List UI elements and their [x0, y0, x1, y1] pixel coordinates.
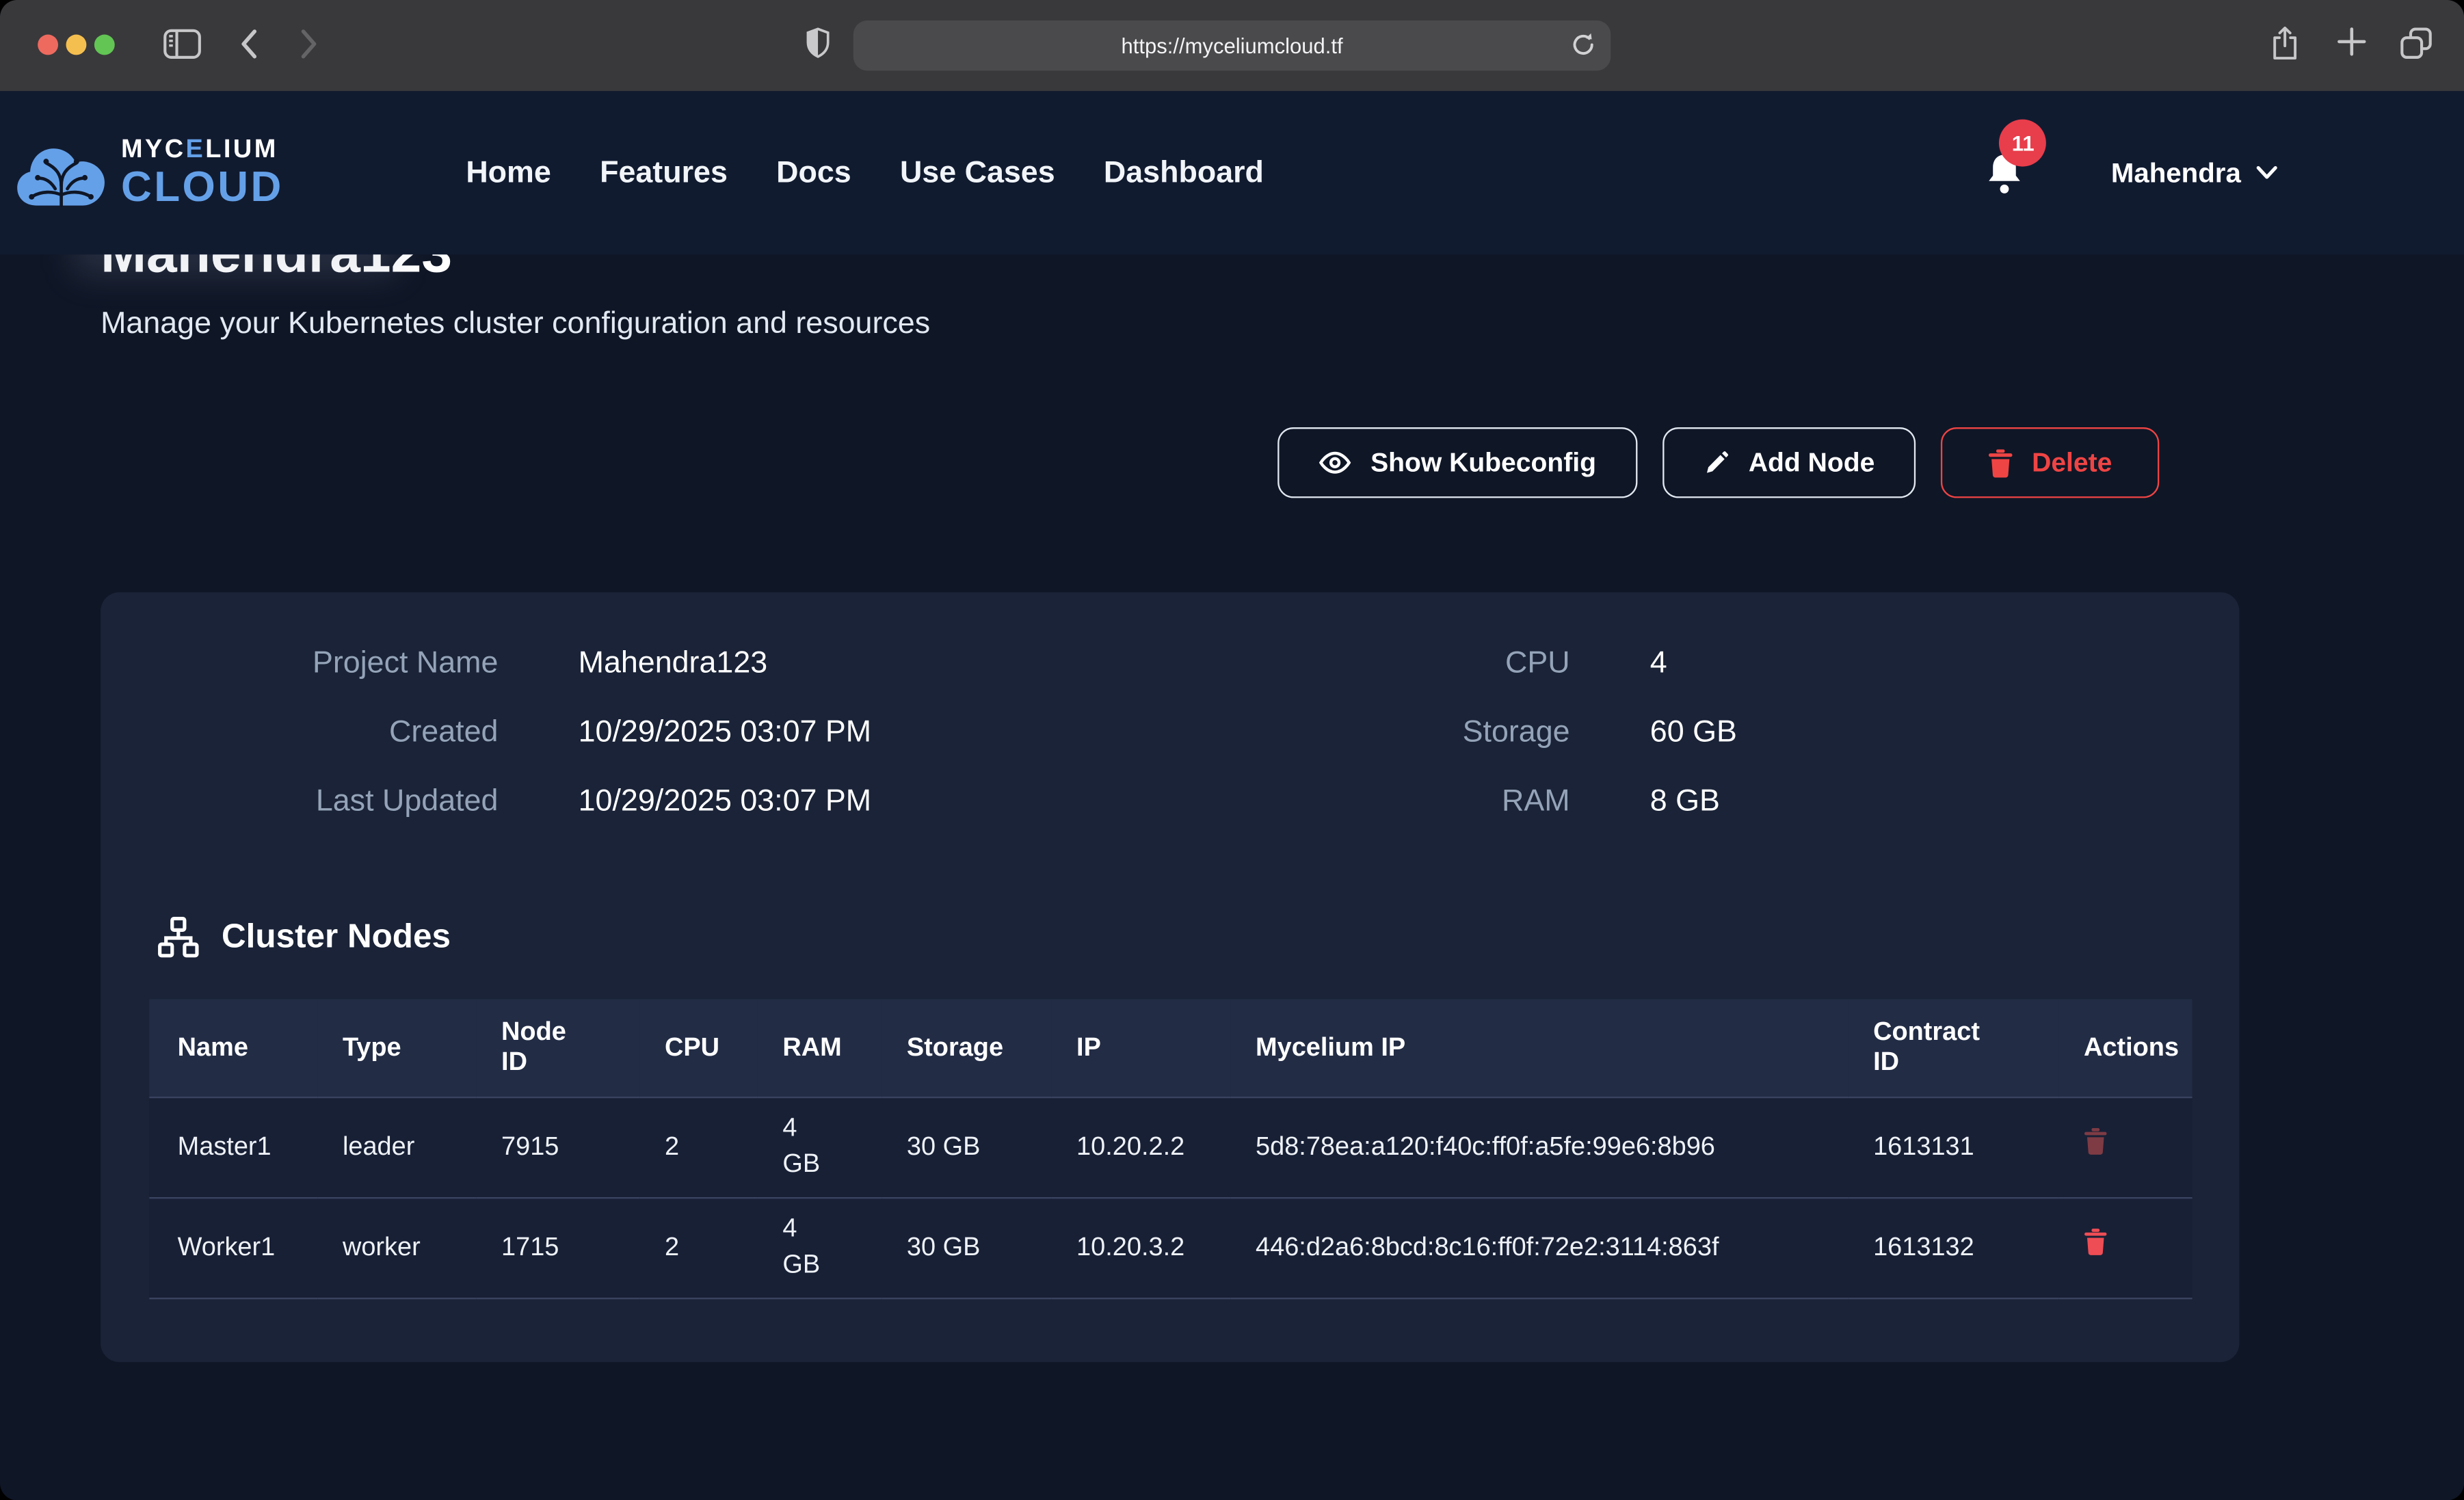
info-row-storage: Storage 60 GB [1169, 715, 2194, 751]
col-ram: RAM [758, 1000, 882, 1097]
cell-type: worker [317, 1198, 476, 1298]
cell-cpu: 2 [639, 1198, 757, 1298]
browser-toolbar: https://myceliumcloud.tf [0, 0, 2464, 91]
show-kubeconfig-button[interactable]: Show Kubeconfig [1278, 428, 1637, 498]
col-name: Name [149, 1000, 317, 1097]
cell-actions [2058, 1097, 2192, 1198]
screenshot-root: https://myceliumcloud.tf [0, 0, 2464, 1500]
address-bar[interactable]: https://myceliumcloud.tf [853, 21, 1611, 71]
info-row-project-name: Project Name Mahendra123 [144, 646, 1169, 682]
trash-icon [1988, 449, 2013, 477]
cell-ip: 10.20.2.2 [1051, 1097, 1230, 1198]
site-navbar: MYCELIUM CLOUD Home Features Docs Use Ca… [0, 91, 2464, 254]
brand-logo[interactable]: MYCELIUM CLOUD [16, 136, 284, 209]
cell-name: Worker1 [149, 1198, 317, 1298]
new-tab-icon[interactable] [2337, 27, 2367, 57]
delete-node-button[interactable] [2084, 1229, 2107, 1255]
cell-ram: 4 GB [758, 1198, 882, 1298]
forward-icon[interactable] [299, 28, 319, 59]
cell-type: leader [317, 1097, 476, 1198]
cluster-panel: Project Name Mahendra123 Created 10/29/2… [101, 593, 2239, 1362]
notifications-button[interactable]: 11 [1984, 149, 2026, 196]
chevron-down-icon [2255, 165, 2278, 180]
user-menu[interactable]: Mahendra [2111, 157, 2279, 189]
nav-item-features[interactable]: Features [600, 155, 728, 191]
info-row-created: Created 10/29/2025 03:07 PM [144, 715, 1169, 751]
url-text: https://myceliumcloud.tf [1121, 34, 1342, 57]
cell-node-id: 7915 [476, 1097, 639, 1198]
col-mycelium-ip: Mycelium IP [1230, 1000, 1848, 1097]
table-row: Worker1 worker 1715 2 4 GB 30 GB 10.20.3… [149, 1198, 2192, 1298]
cell-cpu: 2 [639, 1097, 757, 1198]
col-storage: Storage [882, 1000, 1051, 1097]
back-icon[interactable] [239, 28, 259, 59]
zoom-window-button[interactable] [94, 35, 115, 55]
browser-window: https://myceliumcloud.tf [0, 0, 2464, 1500]
main-content: Mahendra123 Manage your Kubernetes clust… [0, 223, 2464, 1361]
minimize-window-button[interactable] [66, 35, 87, 55]
cluster-actions: Show Kubeconfig Add Node Delete [0, 428, 2464, 498]
cluster-info: Project Name Mahendra123 Created 10/29/2… [101, 646, 2239, 853]
info-row-cpu: CPU 4 [1169, 646, 2194, 682]
tab-overview-icon[interactable] [2400, 27, 2433, 59]
cell-mycelium-ip: 446:d2a6:8bcd:8c16:ff0f:72e2:3114:863f [1230, 1198, 1848, 1298]
eye-icon [1319, 451, 1351, 474]
nodes-table: Name Type Node ID CPU RAM Storage IP Myc… [149, 1000, 2190, 1299]
cell-node-id: 1715 [476, 1198, 639, 1298]
cell-name: Master1 [149, 1097, 317, 1198]
privacy-shield-icon[interactable] [805, 27, 832, 62]
sidebar-toggle-icon[interactable] [163, 28, 201, 59]
info-row-last-updated: Last Updated 10/29/2025 03:07 PM [144, 784, 1169, 820]
cell-storage: 30 GB [882, 1097, 1051, 1198]
cell-contract-id: 1613132 [1848, 1198, 2058, 1298]
cell-storage: 30 GB [882, 1198, 1051, 1298]
col-node-id: Node ID [476, 1000, 639, 1097]
nav-item-dashboard[interactable]: Dashboard [1104, 155, 1264, 191]
nav-item-home[interactable]: Home [466, 155, 551, 191]
col-cpu: CPU [639, 1000, 757, 1097]
share-icon[interactable] [2269, 25, 2301, 63]
brand-wordmark: MYCELIUM CLOUD [121, 136, 284, 209]
cell-ram: 4 GB [758, 1097, 882, 1198]
delete-cluster-button[interactable]: Delete [1941, 428, 2159, 498]
cluster-info-left: Project Name Mahendra123 Created 10/29/2… [144, 646, 1169, 853]
add-node-button[interactable]: Add Node [1662, 428, 1916, 498]
col-contract-id: Contract ID [1848, 1000, 2058, 1097]
table-header-row: Name Type Node ID CPU RAM Storage IP Myc… [149, 1000, 2192, 1097]
info-row-ram: RAM 8 GB [1169, 784, 2194, 820]
cell-actions [2058, 1198, 2192, 1298]
cell-mycelium-ip: 5d8:78ea:a120:f40c:ff0f:a5fe:99e6:8b96 [1230, 1097, 1848, 1198]
user-name: Mahendra [2111, 157, 2241, 189]
page-subtitle: Manage your Kubernetes cluster configura… [0, 307, 2464, 343]
nav-item-docs[interactable]: Docs [776, 155, 851, 191]
col-actions: Actions [2058, 1000, 2192, 1097]
close-window-button[interactable] [38, 35, 58, 55]
cluster-nodes-heading: Cluster Nodes [157, 916, 2240, 959]
cell-ip: 10.20.3.2 [1051, 1198, 1230, 1298]
notification-badge: 11 [2000, 120, 2047, 167]
trash-icon [2084, 1229, 2107, 1255]
col-ip: IP [1051, 1000, 1230, 1097]
mycelium-cloud-logo-icon [16, 137, 107, 208]
table-row: Master1 leader 7915 2 4 GB 30 GB 10.20.2… [149, 1097, 2192, 1198]
delete-node-button[interactable] [2084, 1128, 2107, 1155]
cluster-nodes-icon [157, 916, 200, 959]
col-type: Type [317, 1000, 476, 1097]
nav-item-use-cases[interactable]: Use Cases [900, 155, 1055, 191]
cell-contract-id: 1613131 [1848, 1097, 2058, 1198]
trash-icon [2084, 1128, 2107, 1155]
cluster-info-right: CPU 4 Storage 60 GB RAM 8 GB [1169, 646, 2194, 853]
navbar-right: 11 Mahendra [1984, 149, 2279, 196]
reload-icon[interactable] [1570, 31, 1597, 58]
nav-links: Home Features Docs Use Cases Dashboard [466, 155, 1264, 191]
pencil-icon [1703, 450, 1730, 477]
